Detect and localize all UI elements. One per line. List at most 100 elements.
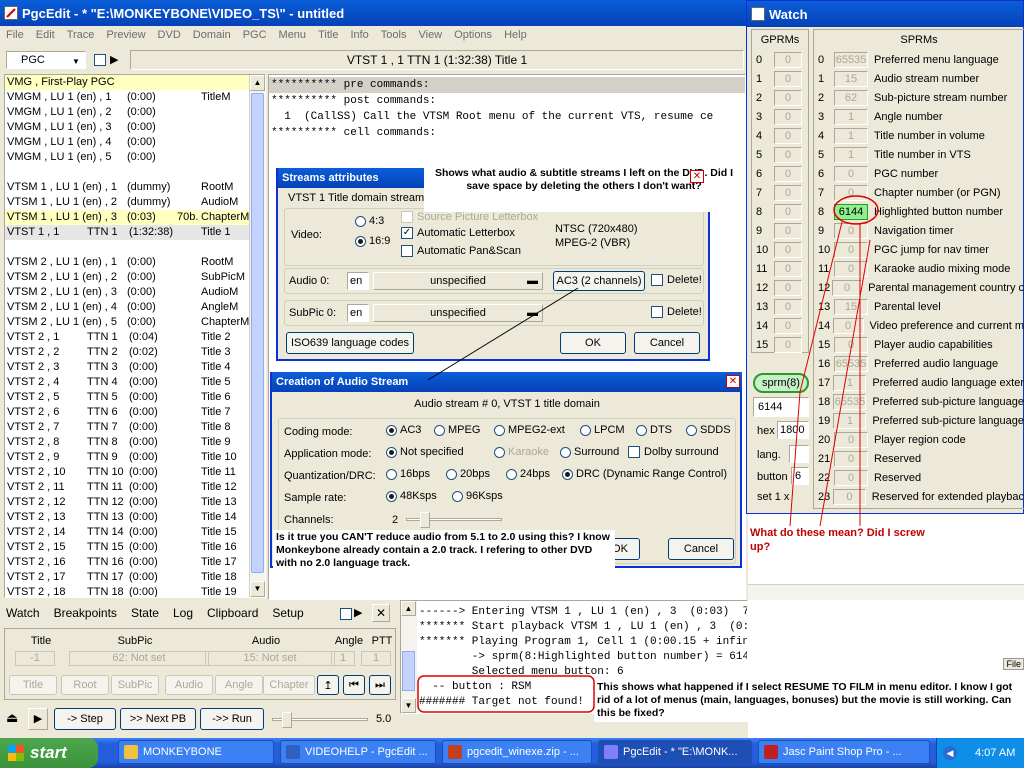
tab-watch[interactable]: Watch [6,606,40,620]
speed-slider-thumb[interactable] [282,712,292,728]
menu-button-subpic[interactable]: SubPic [111,675,159,695]
source-letterbox-checkbox[interactable]: Source Picture Letterbox [401,211,538,224]
streams-close-button[interactable]: ✕ [690,170,704,183]
tab-setup[interactable]: Setup [272,606,303,620]
menu-button-chapter[interactable]: Chapter [263,675,315,695]
radio-16bps[interactable]: 16bps [386,468,430,480]
pgc-list-item[interactable]: VTSM 2 , LU 1 (en) , 3 (0:00) AudioM [5,285,265,300]
command-line[interactable]: 1 (CallSS) Call the VTSM Root menu of th… [269,109,745,125]
menu-tools[interactable]: Tools [375,29,413,41]
menu-title[interactable]: Title [312,29,344,41]
menu-preview[interactable]: Preview [100,29,151,41]
tab-log[interactable]: Log [173,606,193,620]
radio-20bps[interactable]: 20bps [446,468,490,480]
radio-48ksps[interactable]: 48Ksps [386,490,437,502]
play-icon[interactable]: ▶ [110,53,118,66]
radio-96ksps[interactable]: 96Ksps [452,490,503,502]
pgc-list-item[interactable] [5,165,265,180]
menu-info[interactable]: Info [344,29,374,41]
pgc-list-item[interactable]: VMG , First-Play PGC [5,75,265,90]
main-titlebar[interactable]: PgcEdit - * "E:\MONKEYBONE\VIDEO_TS\" - … [0,0,748,26]
file-tab[interactable]: File [1003,658,1024,670]
log-scroll-thumb[interactable] [402,651,415,691]
audio-dialog-titlebar[interactable]: Creation of Audio Stream [272,372,742,392]
audio-dialog-close-button[interactable]: ✕ [726,375,740,388]
pgc-list-item[interactable]: VTST 2 , 2 TTN 2 (0:02) Title 3 [5,345,265,360]
sprm-value[interactable]: 0 [834,469,868,486]
menu-edit[interactable]: Edit [30,29,61,41]
radio-dts[interactable]: DTS [636,424,672,436]
command-line[interactable]: ********** post commands: [269,93,745,109]
menu-menu[interactable]: Menu [273,29,313,41]
sprm-value[interactable]: 62 [834,89,868,106]
next-icon[interactable]: ⏭ [369,675,391,695]
tabs-close-button[interactable]: ✕ [372,604,390,622]
menu-button-audio[interactable]: Audio [165,675,213,695]
gprm-value[interactable]: 0 [774,260,802,277]
pgc-list-item[interactable]: VTST 2 , 17 TTN 17 (0:00) Title 18 [5,570,265,585]
audio-lang-input[interactable]: en [347,272,369,290]
taskbar-item[interactable]: VIDEOHELP - PgcEdit ... [280,740,436,764]
menu-file[interactable]: File [0,29,30,41]
sprm-value[interactable]: 1 [834,127,868,144]
tab-breakpoints[interactable]: Breakpoints [54,606,117,620]
audio-delete-checkbox[interactable]: Delete! [651,274,702,287]
dolby-checkbox[interactable]: Dolby surround [628,446,719,459]
menu-button-root[interactable]: Root [61,675,109,695]
button-input[interactable]: 6 [791,467,809,485]
auto-panscan-checkbox[interactable]: Automatic Pan&Scan [401,245,521,258]
subpic-ext-select[interactable]: unspecified ▬ [373,304,543,322]
pgc-list-item[interactable]: VMGM , LU 1 (en) , 2 (0:00) [5,105,265,120]
pgc-list-item[interactable]: VTST 2 , 8 TTN 8 (0:00) Title 9 [5,435,265,450]
gprm-value[interactable]: 0 [774,89,802,106]
gprm-value[interactable]: 0 [774,70,802,87]
aspect-43-radio[interactable]: 4:3 [355,215,384,227]
gprm-value[interactable]: 0 [774,146,802,163]
pgc-list-item[interactable]: VTST 2 , 3 TTN 3 (0:00) Title 4 [5,360,265,375]
audio-ext-select[interactable]: unspecified ▬ [373,272,543,290]
pgc-list-item[interactable] [5,240,265,255]
pgc-list-item[interactable]: VTST 2 , 1 TTN 1 (0:04) Title 2 [5,330,265,345]
gprm-value[interactable]: 0 [774,203,802,220]
pgc-list-item[interactable]: VTST 2 , 4 TTN 4 (0:00) Title 5 [5,375,265,390]
menu-view[interactable]: View [412,29,448,41]
sprm-value[interactable]: 0 [832,279,863,296]
aspect-169-radio[interactable]: 16:9 [355,235,390,247]
taskbar-item[interactable]: MONKEYBONE [118,740,274,764]
audio-cancel-button[interactable]: Cancel [668,538,734,560]
gprm-value[interactable]: 0 [774,336,802,353]
sprm-value[interactable]: 0 [834,222,868,239]
sprm-value[interactable]: 0 [834,336,868,353]
menu-domain[interactable]: Domain [187,29,237,41]
pgc-list-item[interactable]: VTSM 1 , LU 1 (en) , 1 (dummy) RootM [5,180,265,195]
pause-button[interactable]: ▶ [28,708,48,730]
radio-karaoke[interactable]: Karaoke [494,446,549,458]
eject-icon[interactable]: ⏏ [6,710,18,726]
sprm-value[interactable]: 6144 [834,203,868,220]
sprm-value[interactable]: 0 [834,260,868,277]
menu-help[interactable]: Help [498,29,533,41]
pgc-list-item[interactable]: VTSM 1 , LU 1 (en) , 2 (dummy) AudioM [5,195,265,210]
pgc-list-item[interactable]: VTSM 1 , LU 1 (en) , 3 (0:03) 70b. ChapterM [5,210,265,225]
pgc-list-item[interactable]: VMGM , LU 1 (en) , 4 (0:00) [5,135,265,150]
sprm-value[interactable]: 0 [832,317,864,334]
sprm-value[interactable]: 15 [834,298,868,315]
gprm-value[interactable]: 0 [774,222,802,239]
gprm-value[interactable]: 0 [774,127,802,144]
radio-mpeg2-ext[interactable]: MPEG2-ext [494,424,565,436]
radio-not-specified[interactable]: Not specified [386,446,464,458]
radio-lpcm[interactable]: LPCM [580,424,625,436]
subpic-delete-checkbox[interactable]: Delete! [651,306,702,319]
pgc-list-item[interactable]: VTST 2 , 14 TTN 14 (0:00) Title 15 [5,525,265,540]
radio-24bps[interactable]: 24bps [506,468,550,480]
pgc-list-item[interactable]: VTST 2 , 15 TTN 15 (0:00) Title 16 [5,540,265,555]
radio-mpeg[interactable]: MPEG [434,424,480,436]
next-pb-button[interactable]: >> Next PB [120,708,196,730]
lang-input[interactable] [789,445,809,463]
menu-pgc[interactable]: PGC [237,29,273,41]
canvas-hscroll[interactable] [748,584,1024,600]
iso639-button[interactable]: ISO639 language codes [286,332,414,354]
scroll-down-icon[interactable]: ▼ [250,581,265,597]
domain-select[interactable]: PGC ▼ [6,51,86,69]
prev-icon[interactable]: ⏮ [343,675,365,695]
